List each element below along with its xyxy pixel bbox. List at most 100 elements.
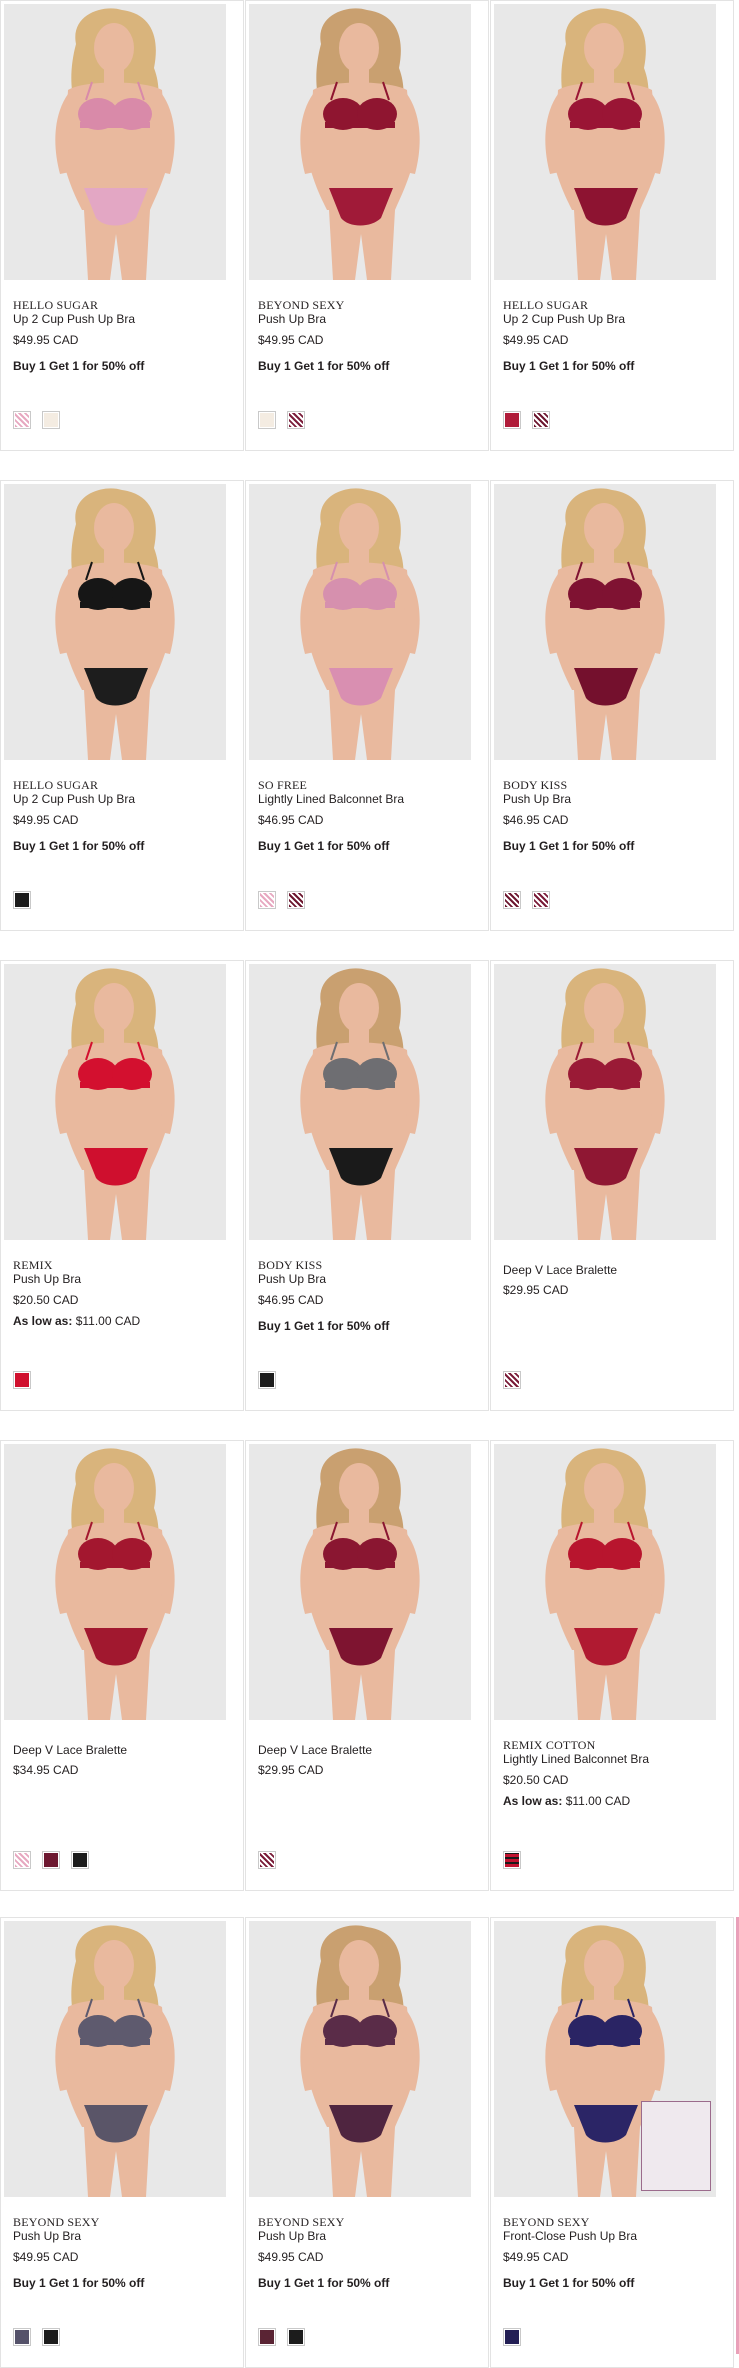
product-image[interactable] <box>249 1921 471 2197</box>
pink-lace-swatch[interactable] <box>13 1851 31 1869</box>
wine-swatch-fill <box>260 1853 274 1867</box>
black-swatch[interactable] <box>71 1851 89 1869</box>
pink-lace-swatch-fill <box>15 413 29 427</box>
product-card[interactable]: BEYOND SEXY Front-Close Push Up Bra $49.95… <box>490 1917 734 2368</box>
red-plaid-swatch[interactable] <box>503 1851 521 1869</box>
product-card[interactable]: Deep V Lace Bralette $34.95 CAD <box>0 1440 244 1891</box>
black-swatch[interactable] <box>287 2328 305 2346</box>
product-card[interactable]: BEYOND SEXY Push Up Bra $49.95 CAD Buy 1 Ge… <box>245 1917 489 2368</box>
product-image[interactable] <box>494 484 716 760</box>
black-swatch[interactable] <box>258 1371 276 1389</box>
product-card[interactable]: BODY KISS Push Up Bra $46.95 CAD Buy 1 Get … <box>490 480 734 931</box>
product-name[interactable]: Deep V Lace Bralette <box>503 1263 617 1277</box>
product-image[interactable] <box>494 4 716 280</box>
product-brand[interactable]: HELLO SUGAR <box>503 298 588 313</box>
wine-swatch[interactable] <box>503 1371 521 1389</box>
model-figure <box>249 1444 471 1720</box>
product-brand[interactable]: BEYOND SEXY <box>13 2215 100 2230</box>
product-image[interactable] <box>4 484 226 760</box>
ivory-swatch[interactable] <box>258 411 276 429</box>
color-swatches <box>13 411 60 431</box>
product-name[interactable]: Lightly Lined Balconnet Bra <box>258 792 404 806</box>
product-image[interactable] <box>249 1444 471 1720</box>
product-brand[interactable]: BEYOND SEXY <box>258 2215 345 2230</box>
product-name[interactable]: Push Up Bra <box>13 2229 81 2243</box>
wine-swatch[interactable] <box>532 891 550 909</box>
product-card[interactable]: HELLO SUGAR Up 2 Cup Push Up Bra $49.95 CA… <box>0 0 244 451</box>
product-image[interactable] <box>494 1444 716 1720</box>
product-card[interactable]: HELLO SUGAR Up 2 Cup Push Up Bra $49.95 CA… <box>490 0 734 451</box>
product-name[interactable]: Up 2 Cup Push Up Bra <box>13 312 135 326</box>
product-name[interactable]: Up 2 Cup Push Up Bra <box>13 792 135 806</box>
product-name[interactable]: Push Up Bra <box>503 792 571 806</box>
product-card[interactable]: BEYOND SEXY Push Up Bra $49.95 CAD Buy 1 Ge… <box>245 0 489 451</box>
model-figure <box>249 964 471 1240</box>
product-card[interactable]: Deep V Lace Bralette $29.95 CAD <box>245 1440 489 1891</box>
product-name[interactable]: Push Up Bra <box>258 312 326 326</box>
black-swatch-fill <box>73 1853 87 1867</box>
black-swatch-fill <box>289 2330 303 2344</box>
slate-swatch[interactable] <box>13 2328 31 2346</box>
product-image[interactable] <box>4 964 226 1240</box>
model-figure <box>4 4 226 280</box>
red-swatch[interactable] <box>13 1371 31 1389</box>
product-name[interactable]: Push Up Bra <box>13 1272 81 1286</box>
product-brand[interactable]: BODY KISS <box>503 778 567 793</box>
product-brand[interactable]: REMIX <box>13 1258 53 1273</box>
product-name[interactable]: Deep V Lace Bralette <box>258 1743 372 1757</box>
product-image[interactable] <box>4 1921 226 2197</box>
product-card[interactable]: REMIX Push Up Bra $20.50 CAD As low as: $11… <box>0 960 244 1411</box>
product-name[interactable]: Lightly Lined Balconnet Bra <box>503 1752 649 1766</box>
ivory-swatch[interactable] <box>42 411 60 429</box>
product-card[interactable]: REMIX COTTON Lightly Lined Balconnet Bra $… <box>490 1440 734 1891</box>
product-image[interactable] <box>249 4 471 280</box>
product-image[interactable] <box>494 1921 716 2197</box>
model-figure <box>4 964 226 1240</box>
product-card[interactable]: BEYOND SEXY Push Up Bra $49.95 CAD Buy 1 Ge… <box>0 1917 244 2368</box>
product-brand[interactable]: HELLO SUGAR <box>13 298 98 313</box>
product-image[interactable] <box>4 1444 226 1720</box>
wine-swatch[interactable] <box>287 411 305 429</box>
black-swatch[interactable] <box>42 2328 60 2346</box>
product-card[interactable]: SO FREE Lightly Lined Balconnet Bra $46.95… <box>245 480 489 931</box>
plum-swatch[interactable] <box>258 2328 276 2346</box>
product-brand[interactable]: SO FREE <box>258 778 307 793</box>
wine-swatch[interactable] <box>42 1851 60 1869</box>
product-card[interactable]: Deep V Lace Bralette $29.95 CAD <box>490 960 734 1411</box>
product-brand[interactable]: REMIX COTTON <box>503 1738 596 1753</box>
product-price: $49.95 CAD <box>503 2250 569 2264</box>
pink-lace-swatch[interactable] <box>13 411 31 429</box>
product-name[interactable]: Push Up Bra <box>258 1272 326 1286</box>
product-image[interactable] <box>249 964 471 1240</box>
product-image[interactable] <box>249 484 471 760</box>
wine-swatch[interactable] <box>503 891 521 909</box>
promo-price: $11.00 CAD <box>565 1794 631 1808</box>
product-card[interactable]: BODY KISS Push Up Bra $46.95 CAD Buy 1 Get … <box>245 960 489 1411</box>
product-card[interactable]: HELLO SUGAR Up 2 Cup Push Up Bra $49.95 CA… <box>0 480 244 931</box>
wine-swatch[interactable] <box>258 1851 276 1869</box>
product-price: $46.95 CAD <box>258 1293 324 1307</box>
red-swatch[interactable] <box>503 411 521 429</box>
model-figure <box>4 1444 226 1720</box>
model-figure <box>4 484 226 760</box>
black-swatch[interactable] <box>13 891 31 909</box>
product-name[interactable]: Deep V Lace Bralette <box>13 1743 127 1757</box>
model-figure <box>494 964 716 1240</box>
model-figure <box>494 4 716 280</box>
wine-swatch[interactable] <box>287 891 305 909</box>
product-brand[interactable]: BEYOND SEXY <box>503 2215 590 2230</box>
product-brand[interactable]: BODY KISS <box>258 1258 322 1273</box>
product-name[interactable]: Front-Close Push Up Bra <box>503 2229 637 2243</box>
wine-swatch[interactable] <box>532 411 550 429</box>
product-image[interactable] <box>4 4 226 280</box>
product-brand[interactable]: HELLO SUGAR <box>13 778 98 793</box>
product-image[interactable] <box>494 964 716 1240</box>
red-swatch-fill <box>505 413 519 427</box>
product-name[interactable]: Up 2 Cup Push Up Bra <box>503 312 625 326</box>
product-brand[interactable]: BEYOND SEXY <box>258 298 345 313</box>
pink-lace-swatch[interactable] <box>258 891 276 909</box>
model-figure <box>249 1921 471 2197</box>
navy-swatch-fill <box>505 2330 519 2344</box>
navy-swatch[interactable] <box>503 2328 521 2346</box>
product-name[interactable]: Push Up Bra <box>258 2229 326 2243</box>
